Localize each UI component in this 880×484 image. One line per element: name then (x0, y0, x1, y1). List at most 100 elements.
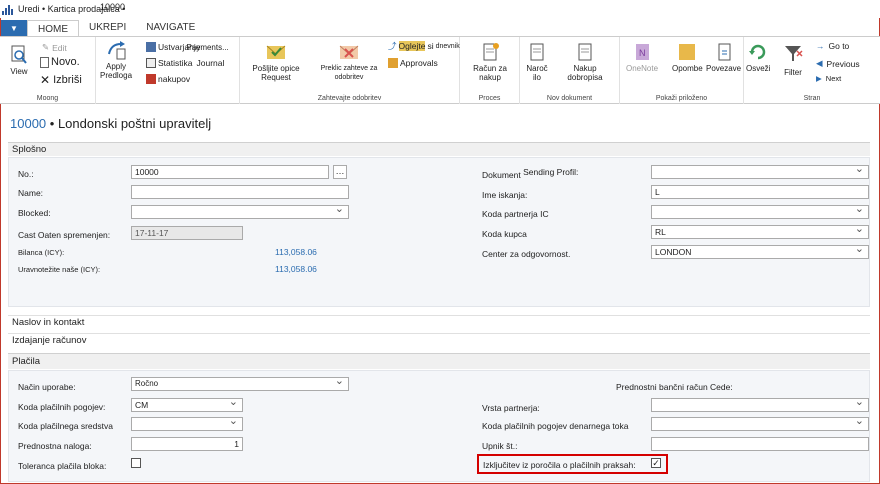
statistics-icon (146, 58, 156, 68)
responsibility-center-select[interactable]: LONDON (651, 245, 869, 259)
balance-label: Bilanca (ICY): (18, 248, 65, 257)
checkmark-icon: ✓ (652, 458, 660, 468)
no-lookup-button[interactable]: … (333, 165, 347, 179)
blocked-label: Blocked: (18, 208, 51, 218)
group-label-proces: Proces (478, 95, 501, 102)
new-document-icon (40, 56, 49, 68)
approvals-button[interactable]: Approvals (388, 58, 438, 68)
refresh-button[interactable]: Osveži (746, 42, 770, 73)
cash-flow-payment-terms-select[interactable] (651, 417, 869, 431)
pdf-icon (146, 74, 156, 84)
creditor-no-field[interactable] (651, 437, 869, 451)
ribbon-group-prilozeno: N OneNote Opombe Povezave Pokaži prilože… (620, 37, 744, 104)
ribbon-group-nov-dokument: Naroč ilo Nakup dobropisa Nov dokument (520, 37, 620, 104)
ic-partner-code-label: Koda partnerja IC (482, 209, 549, 219)
order-icon (530, 43, 544, 61)
onenote-button[interactable]: N OneNote (626, 42, 658, 73)
ribbon-group-proces: Račun za nakup Proces (460, 37, 520, 104)
order-button[interactable]: Naroč ilo (524, 42, 550, 82)
refresh-icon (749, 44, 766, 60)
group-label-prilozeno: Pokaži priloženo (655, 95, 708, 102)
fasttab-placila[interactable]: Plačila (8, 353, 870, 369)
purchases-button[interactable]: nakupov (146, 74, 190, 84)
page-title: 10000 • Londonski poštni upravitelj (10, 116, 211, 131)
payment-method-code-select[interactable] (131, 417, 243, 431)
invoice-icon (483, 43, 499, 61)
send-approval-button[interactable]: Pošljite opice Request (244, 42, 308, 82)
ribbon-group-templates: Apply Predloga Ustvarjanje Payments... St… (96, 37, 240, 104)
document-sending-profile-label: Dokument Sending Profil: (482, 167, 579, 180)
new-button[interactable]: Novo. (40, 56, 80, 68)
ic-partner-code-select[interactable] (651, 205, 869, 219)
group-label-moong: Moong (36, 95, 59, 102)
delete-button[interactable]: ✕ Izbriši (40, 73, 82, 87)
svg-text:N: N (639, 48, 646, 58)
cancel-approval-button[interactable]: Preklic zahteve za odobritev (312, 42, 386, 82)
application-method-select[interactable]: Ročno (131, 377, 349, 391)
page-title-number: 10000 (10, 116, 47, 131)
pencil-icon: ✎ (42, 42, 50, 52)
filter-button[interactable]: Filter (782, 40, 804, 77)
apply-template-icon (108, 41, 126, 60)
statistics-button[interactable]: Statistika Journal (146, 58, 224, 68)
priority-label: Prednostna naloga: (18, 441, 92, 451)
chevron-down-icon: ▼ (10, 23, 18, 33)
group-label-stran: Stran (803, 95, 821, 102)
group-label-approvals: Zahtevajte odobritev (317, 95, 382, 102)
customer-no-select[interactable]: RL (651, 225, 869, 239)
ribbon-group-approvals: Pošljite opice Request Preklic zahteve z… (240, 37, 460, 104)
tab-navigate[interactable]: NAVIGATE (136, 19, 205, 36)
payment-terms-code-select[interactable]: CM (131, 398, 243, 412)
document-sending-profile-select[interactable] (651, 165, 869, 179)
ribbon-group-moong: View ✎ Edit Novo. ✕ Izbriši Moong (0, 37, 96, 104)
links-button[interactable]: Povezave (706, 42, 741, 73)
delete-icon: ✕ (40, 73, 51, 87)
next-button[interactable]: ▶ Next (816, 74, 841, 83)
last-date-modified-label: Cast Oaten spremenjen: (18, 230, 111, 240)
fasttab-splosno[interactable]: Splošno (8, 142, 870, 156)
payments-button[interactable]: Ustvarjanje Payments... (146, 42, 229, 52)
fasttab-izdajanje-racunov[interactable]: Izdajanje računov (8, 333, 870, 347)
approval-log-button[interactable]: ⤴ Oglejte si dnevnik (388, 40, 460, 52)
goto-button[interactable]: → Go to (816, 41, 849, 51)
responsibility-center-label: Center za odgovornost. (482, 249, 571, 259)
edit-button[interactable]: ✎ Edit (42, 42, 67, 53)
preferred-bank-account-select[interactable] (651, 398, 869, 412)
search-name-field[interactable]: L (651, 185, 869, 199)
notes-button[interactable]: Opombe (672, 42, 703, 73)
priority-field[interactable]: 1 (131, 437, 243, 451)
application-method-label: Način uporabe: (18, 382, 76, 392)
balance-due-value[interactable]: 113,058.06 (275, 264, 317, 274)
block-payment-tolerance-checkbox[interactable] (131, 458, 141, 468)
payment-method-code-label: Koda plačilnega sredstva (18, 421, 113, 431)
apply-template-button[interactable]: Apply Predloga (100, 40, 132, 80)
previous-button[interactable]: ◀ Previous (816, 58, 860, 69)
preferred-bank-account-label: Prednostni bančni račun Cede: (616, 382, 733, 392)
page-title-separator: • (46, 116, 58, 131)
payment-terms-code-label: Koda plačilnih pogojev: (18, 402, 106, 412)
customer-no-label: Koda kupca (482, 229, 527, 239)
page-title-name: Londonski poštni upravitelj (57, 116, 212, 131)
name-field[interactable] (131, 185, 349, 199)
fasttab-naslov-in-kontakt[interactable]: Naslov in kontakt (8, 315, 870, 329)
tab-home[interactable]: HOME (27, 20, 79, 37)
credit-memo-button[interactable]: Nakup dobropisa (560, 42, 610, 82)
previous-arrow-icon: ◀ (816, 58, 823, 68)
next-arrow-icon: ▶ (816, 74, 822, 83)
ribbon-group-stran: Osveži Filter → Go to ◀ Previous ▶ Next Str… (744, 37, 880, 104)
tab-ukrepi[interactable]: UKREPI (79, 19, 136, 36)
view-button[interactable]: View (8, 45, 30, 76)
goto-arrow-icon: → (816, 41, 825, 51)
notes-icon (679, 44, 696, 60)
links-icon (718, 43, 731, 61)
no-field[interactable]: 10000 (131, 165, 329, 179)
balance-due-label: Uravnotežite naše (ICY): (18, 265, 101, 274)
blocked-select[interactable] (131, 205, 349, 219)
exclude-from-payment-practices-checkbox[interactable]: ✓ (651, 458, 661, 468)
app-logo-icon (2, 3, 14, 15)
app-menu-button[interactable]: ▼ (1, 20, 27, 36)
purchase-invoice-button[interactable]: Račun za nakup (468, 42, 512, 82)
approvals-icon (388, 58, 398, 68)
no-label: No.: (18, 169, 34, 179)
balance-value[interactable]: 113,058.06 (275, 247, 317, 257)
